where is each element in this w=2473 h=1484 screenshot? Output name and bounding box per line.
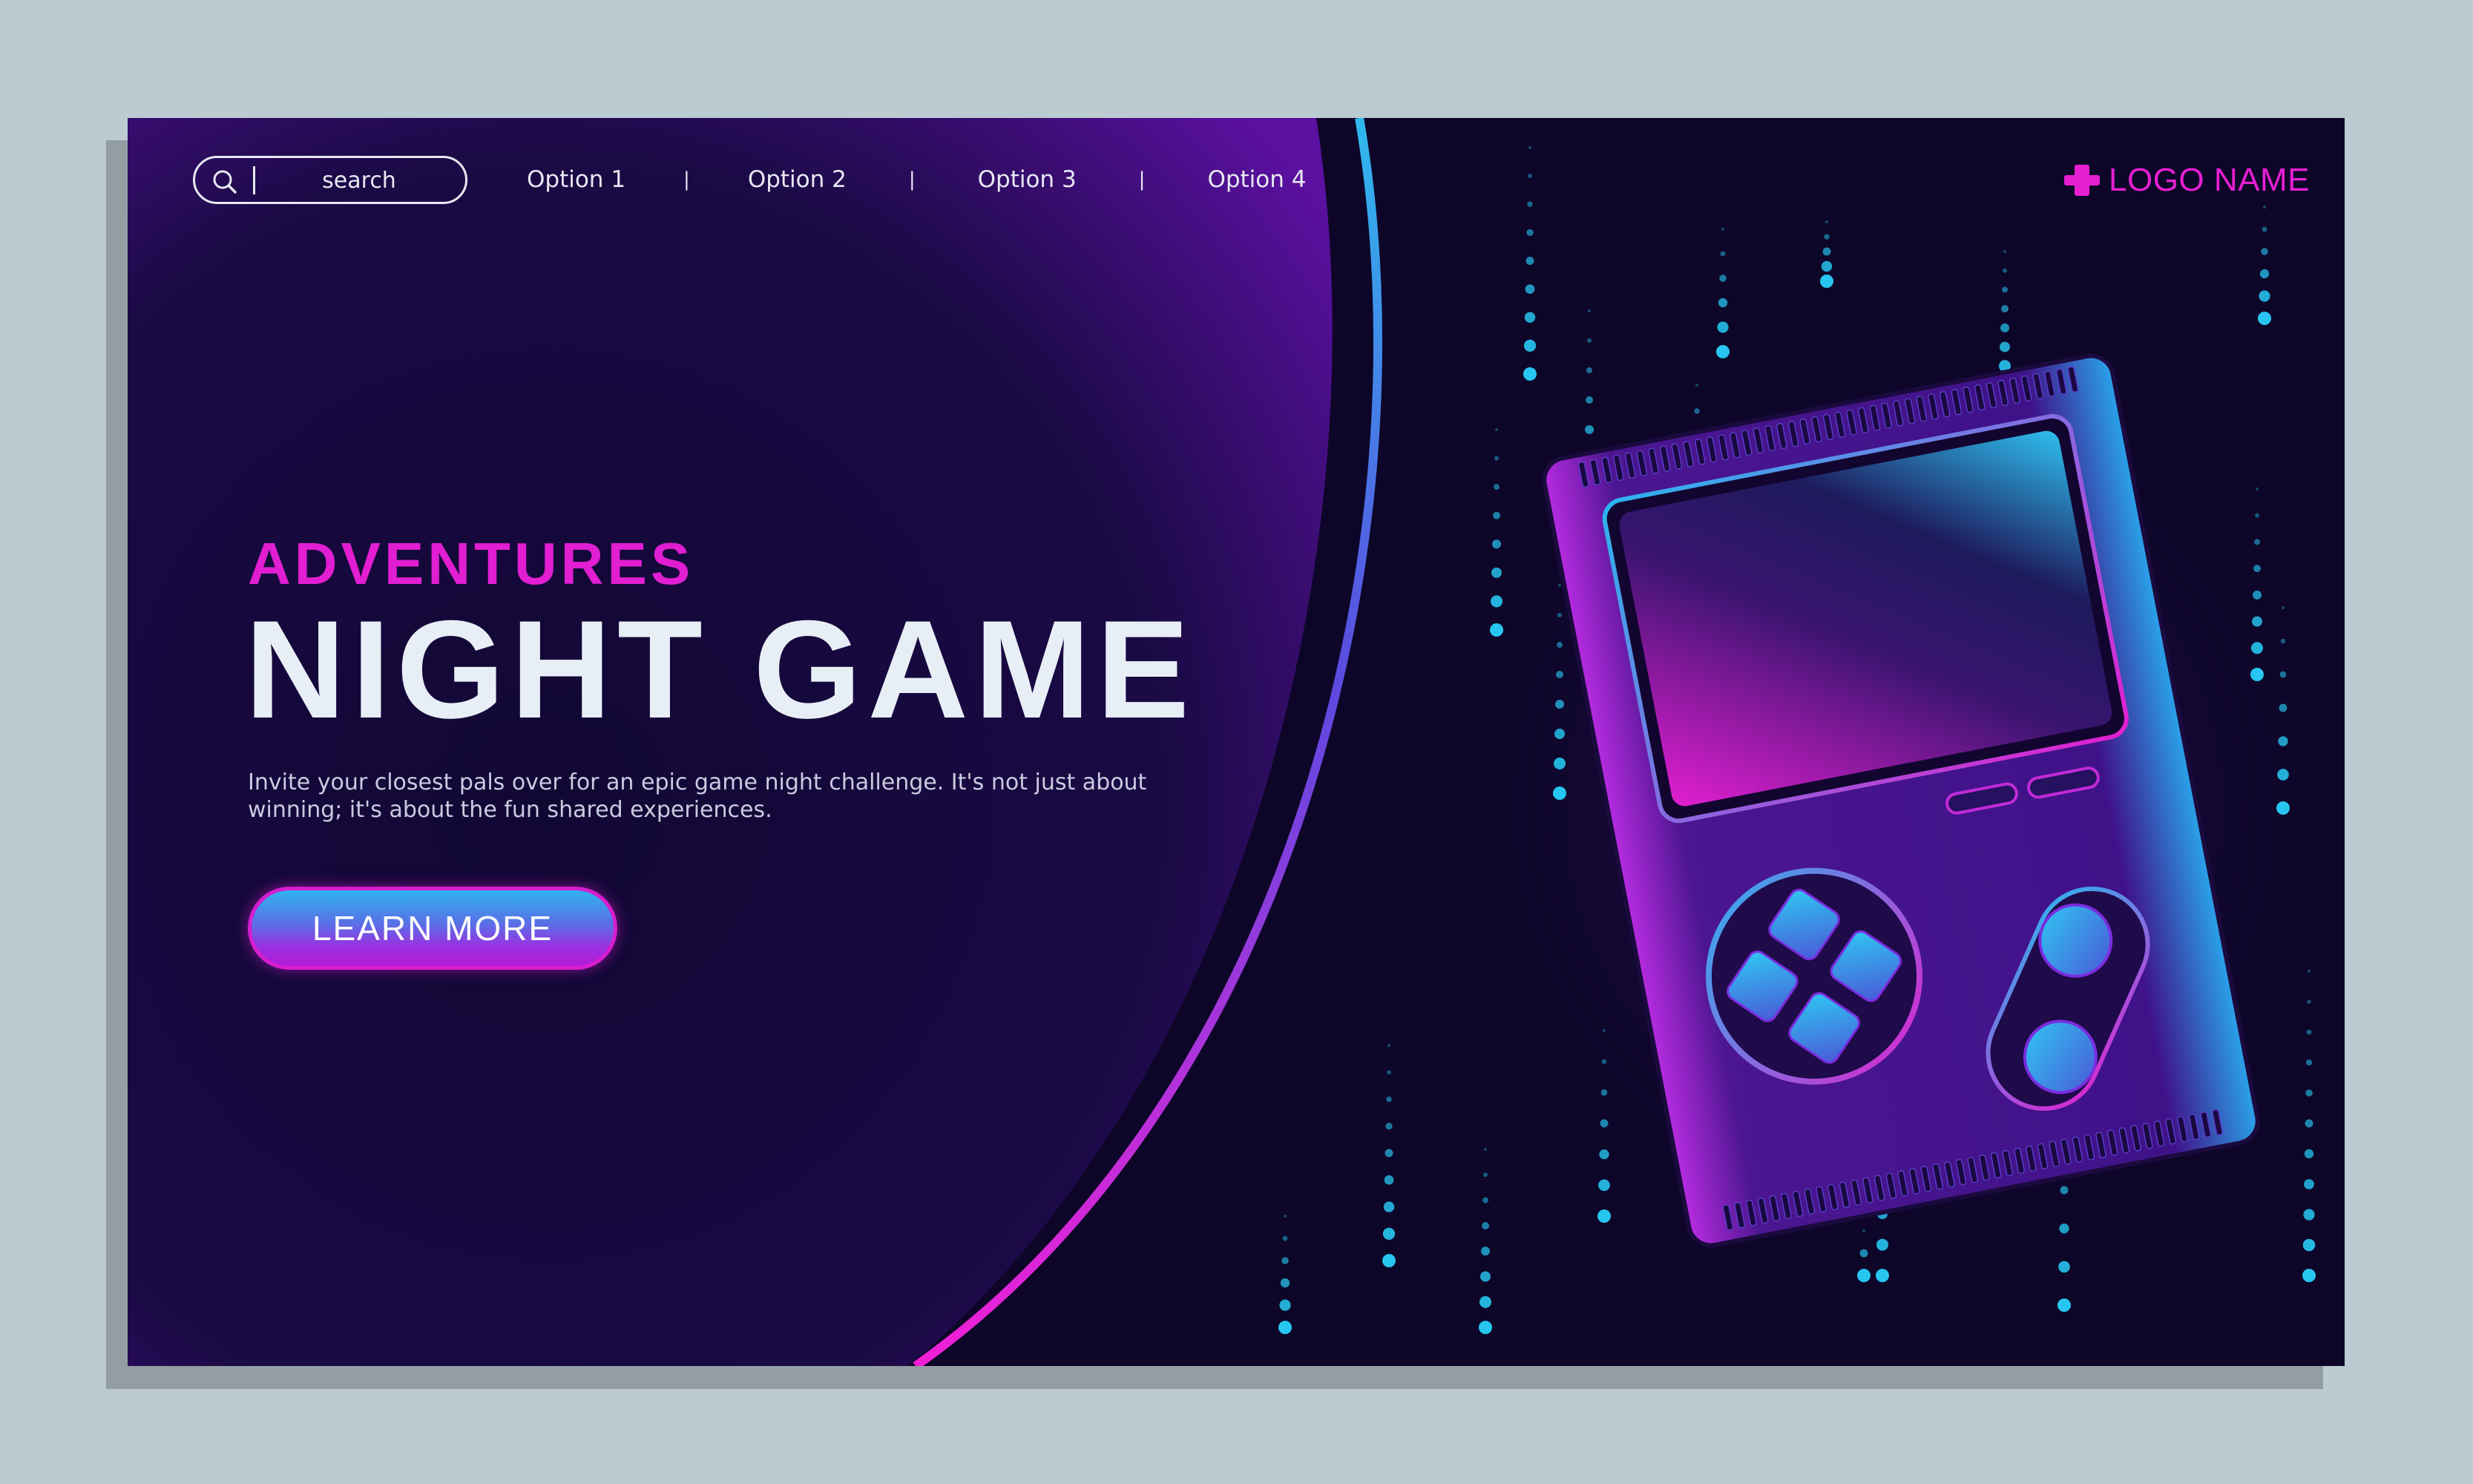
rain-dot xyxy=(1280,1278,1290,1288)
rain-dot xyxy=(1385,1149,1393,1158)
rain-dot xyxy=(1494,456,1499,461)
nav-option-2[interactable]: Option 2 xyxy=(748,166,847,193)
rain-dot xyxy=(1495,428,1498,431)
plus-icon xyxy=(2064,165,2100,196)
rain-dot xyxy=(2307,999,2311,1004)
rain-dot xyxy=(1384,1175,1394,1185)
nav-option-1[interactable]: Option 1 xyxy=(527,166,625,193)
nav-option-3[interactable]: Option 3 xyxy=(978,166,1077,193)
rain-dot xyxy=(1383,1201,1395,1212)
landing-page: Option 1 | Option 2 | Option 3 | Option … xyxy=(128,118,2345,1366)
rain-dot xyxy=(1483,1172,1488,1178)
rain-dot xyxy=(1824,234,1830,240)
rain-dot xyxy=(2003,250,2006,253)
rain-dot xyxy=(2308,970,2311,973)
rain-dot xyxy=(2261,248,2268,255)
rain-dot xyxy=(1493,511,1500,519)
rain-dot xyxy=(1387,1044,1390,1047)
nav-option-4[interactable]: Option 4 xyxy=(1207,166,1306,193)
logo[interactable]: LOGO NAME xyxy=(2064,160,2310,201)
rain-dot xyxy=(1382,1254,1396,1267)
rain-dot xyxy=(2304,1179,2314,1189)
rain-dot xyxy=(1385,1123,1393,1130)
rain-dot xyxy=(1721,228,1724,231)
rain-dot xyxy=(2057,1298,2071,1312)
handheld-console-illustration xyxy=(1542,353,2260,1248)
nav-separator: | xyxy=(908,168,916,191)
search-input[interactable] xyxy=(266,164,452,197)
rain-dot xyxy=(1282,1235,1288,1241)
learn-more-button[interactable]: LEARN MORE xyxy=(248,887,617,970)
rain-dot xyxy=(1822,247,1831,256)
hero-description: Invite your closest pals over for an epi… xyxy=(248,769,1147,823)
search-cursor xyxy=(253,166,255,194)
top-nav: Option 1 | Option 2 | Option 3 | Option … xyxy=(527,161,1306,198)
rain-dot xyxy=(1525,257,1534,265)
rain-dot xyxy=(1528,174,1532,178)
search-bar[interactable] xyxy=(193,156,467,204)
rain-dot xyxy=(1281,1257,1289,1264)
rain-dot xyxy=(1479,1321,1492,1334)
search-icon xyxy=(213,170,237,194)
rain-dot xyxy=(1719,275,1727,282)
rain-dot xyxy=(2302,1269,2316,1282)
rain-dot xyxy=(1284,1215,1287,1218)
logo-name: LOGO NAME xyxy=(2109,162,2310,198)
nav-separator: | xyxy=(683,168,690,191)
rain-dot xyxy=(1481,1247,1490,1256)
rain-dot xyxy=(1825,220,1828,223)
rain-dot xyxy=(2259,269,2270,279)
rain-dot xyxy=(1494,484,1500,490)
rain-dot xyxy=(2262,226,2267,232)
rain-dot xyxy=(2305,1119,2313,1128)
rain-dot xyxy=(1278,1321,1292,1334)
rain-dot xyxy=(1820,275,1833,288)
rain-dot xyxy=(1479,1296,1491,1308)
nav-separator: | xyxy=(1138,168,1146,191)
rain-dot xyxy=(2003,268,2007,273)
rain-dot xyxy=(1525,284,1535,294)
rain-dot xyxy=(1382,1227,1396,1240)
rain-dot xyxy=(1720,251,1726,257)
hero-title: NIGHT GAME xyxy=(245,591,1196,747)
rain-dot xyxy=(2263,206,2266,209)
rain-dot xyxy=(1482,1197,1488,1204)
rain-dot xyxy=(2259,290,2270,302)
rain-dot xyxy=(1386,1096,1392,1103)
rain-dot xyxy=(2304,1149,2314,1159)
rain-dot xyxy=(1482,1221,1489,1229)
rain-dot xyxy=(2305,1059,2313,1066)
rain-dot xyxy=(1387,1070,1391,1075)
rain-dot xyxy=(1279,1299,1291,1311)
rain-dot xyxy=(1526,229,1534,236)
rain-dot xyxy=(2306,1029,2312,1035)
rain-dot xyxy=(1480,1271,1491,1282)
rain-dot xyxy=(2303,1209,2315,1221)
rain-dot xyxy=(1528,146,1531,149)
rain-dot xyxy=(2002,286,2008,293)
rain-dot xyxy=(2302,1238,2316,1252)
hero-eyebrow: ADVENTURES xyxy=(248,531,694,597)
rain-dot xyxy=(2305,1089,2313,1097)
rain-dot xyxy=(1527,201,1533,207)
rain-dot xyxy=(1484,1148,1487,1151)
rain-dot xyxy=(1821,260,1833,272)
